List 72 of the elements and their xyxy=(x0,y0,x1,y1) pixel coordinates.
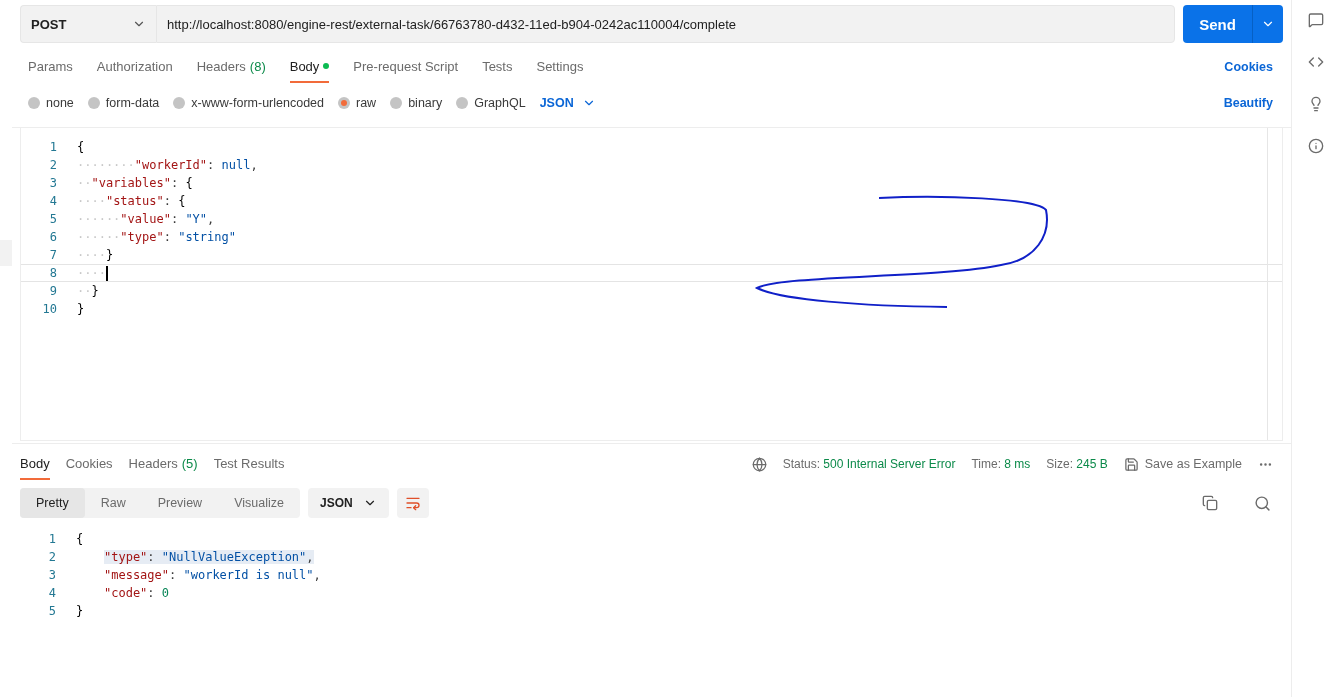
save-icon xyxy=(1123,456,1139,472)
request-tab[interactable]: Body xyxy=(289,51,330,83)
lightbulb-icon[interactable] xyxy=(1308,96,1324,112)
line-number: 1 xyxy=(47,532,57,546)
line-number: 3 xyxy=(48,176,58,190)
line-number: 3 xyxy=(47,568,57,582)
line-number: 8 xyxy=(48,266,58,280)
code-line: "code": 0 xyxy=(104,586,170,600)
view-mode-tab[interactable]: Pretty xyxy=(20,488,85,518)
code-line: ······"type": "string" xyxy=(77,230,236,244)
code-line: ····} xyxy=(77,248,114,262)
save-example-button[interactable]: Save as Example xyxy=(1123,456,1242,472)
code-line: ··"variables": { xyxy=(77,176,193,190)
cookies-link[interactable]: Cookies xyxy=(1224,60,1273,74)
view-mode-tab[interactable]: Raw xyxy=(84,488,142,518)
url-field[interactable]: http://localhost:8080/engine-rest/external-task/66763780-d432-11ed-b904-0242ac110004/complete xyxy=(156,5,1175,43)
response-stat: Size: 245 B xyxy=(1046,457,1108,471)
code-line: ······"value": "Y", xyxy=(77,212,215,226)
beautify-link[interactable]: Beautify xyxy=(1223,96,1273,110)
body-type-radio[interactable]: x-www-form-urlencoded xyxy=(173,96,324,110)
wrap-icon xyxy=(404,495,421,511)
response-tab[interactable]: Cookies xyxy=(65,448,113,480)
line-number: 5 xyxy=(47,604,57,618)
send-button[interactable]: Send xyxy=(1183,5,1253,43)
code-line: ····"status": { xyxy=(77,194,186,208)
view-mode-tab[interactable]: Preview xyxy=(141,488,219,518)
globe-icon[interactable] xyxy=(751,456,767,472)
line-number: 6 xyxy=(48,230,58,244)
request-tab[interactable]: Headers (8) xyxy=(196,51,266,83)
response-tab[interactable]: Test Results xyxy=(213,448,285,480)
request-tab[interactable]: Tests xyxy=(482,51,513,83)
body-type-radio[interactable]: raw xyxy=(338,96,377,110)
line-number: 10 xyxy=(41,302,58,316)
body-type-radio[interactable]: form-data xyxy=(87,96,160,110)
code-line: { xyxy=(77,140,85,154)
line-number: 2 xyxy=(48,158,58,172)
response-stat: Time: 8 ms xyxy=(971,457,1031,471)
wrap-lines-button[interactable] xyxy=(396,488,429,518)
method-select[interactable]: POST xyxy=(20,5,156,43)
line-number: 4 xyxy=(47,586,57,600)
code-line: } xyxy=(76,604,84,618)
line-number: 5 xyxy=(48,212,58,226)
code-line: } xyxy=(77,302,85,316)
body-type-radio[interactable]: binary xyxy=(390,96,443,110)
body-type-radio[interactable]: none xyxy=(28,96,74,110)
code-line: "message": "workerId is null", xyxy=(104,568,321,582)
request-tab[interactable]: Authorization xyxy=(96,51,173,83)
request-tab[interactable]: Pre-request Script xyxy=(353,51,459,83)
code-line: ···· xyxy=(77,266,106,280)
request-tab[interactable]: Settings xyxy=(536,51,584,83)
line-number: 2 xyxy=(47,550,57,564)
code-line: { xyxy=(76,532,84,546)
response-tab[interactable]: Body xyxy=(20,448,50,480)
view-mode-tab[interactable]: Visualize xyxy=(218,488,300,518)
response-stat: Status: 500 Internal Server Error xyxy=(782,457,956,471)
code-icon[interactable] xyxy=(1308,54,1324,70)
line-number: 4 xyxy=(48,194,58,208)
line-number: 7 xyxy=(48,248,58,262)
request-tab[interactable]: Params xyxy=(28,51,73,83)
line-number: 9 xyxy=(48,284,58,298)
info-icon[interactable] xyxy=(1308,138,1324,154)
comment-icon[interactable] xyxy=(1308,12,1324,28)
code-line: ········"workerId": null, xyxy=(77,158,258,172)
format-select[interactable]: JSON xyxy=(307,488,389,518)
body-type-radio[interactable]: GraphQL xyxy=(456,96,526,110)
text-cursor xyxy=(105,265,108,281)
format-select[interactable]: JSON xyxy=(539,96,596,110)
code-line: ··} xyxy=(77,284,99,298)
copy-icon[interactable] xyxy=(1202,495,1218,511)
line-number: 1 xyxy=(48,140,58,154)
search-icon[interactable] xyxy=(1254,494,1271,512)
response-tab[interactable]: Headers (5) xyxy=(128,448,198,480)
